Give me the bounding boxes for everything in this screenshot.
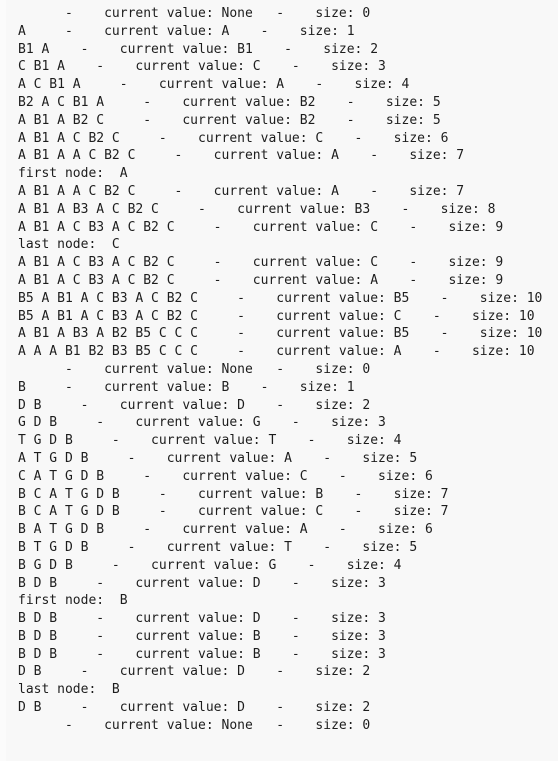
output-line: G D B - current value: G - size: 3: [18, 415, 386, 431]
output-line: B C A T G D B - current value: C - size:…: [18, 504, 449, 520]
output-line: B5 A B1 A C B3 A C B2 C - current value:…: [18, 308, 535, 324]
output-line: A A A B1 B2 B3 B5 C C C - current value:…: [18, 344, 535, 360]
output-line: A B1 A C B3 A C B2 C - current value: A …: [18, 272, 504, 288]
output-line: A B1 A B3 A B2 B5 C C C - current value:…: [18, 326, 543, 342]
output-line: A B1 A A C B2 C - current value: A - siz…: [18, 183, 465, 199]
output-line: - current value: None - size: 0: [18, 361, 371, 377]
output-line: T G D B - current value: T - size: 4: [18, 433, 402, 449]
output-line: last node: C: [18, 237, 120, 253]
output-line: A B1 A C B3 A C B2 C - current value: C …: [18, 255, 504, 271]
terminal-output-panel: - current value: None - size: 0 A - curre…: [0, 0, 558, 761]
output-line: C A T G D B - current value: C - size: 6: [18, 468, 433, 484]
output-line: D B - current value: D - size: 2: [18, 397, 371, 413]
output-line: last node: B: [18, 682, 120, 698]
output-line: B D B - current value: D - size: 3: [18, 575, 386, 591]
output-line: B - current value: B - size: 1: [18, 379, 355, 395]
output-line: A - current value: A - size: 1: [18, 23, 355, 39]
output-line: B2 A C B1 A - current value: B2 - size: …: [18, 94, 441, 110]
output-line: B A T G D B - current value: A - size: 6: [18, 522, 433, 538]
output-line: B G D B - current value: G - size: 4: [18, 557, 402, 573]
output-line: B D B - current value: B - size: 3: [18, 646, 386, 662]
output-line: A B1 A B2 C - current value: B2 - size: …: [18, 112, 441, 128]
output-line: first node: B: [18, 593, 128, 609]
output-line: - current value: None - size: 0: [18, 6, 371, 21]
output-line: first node: A: [18, 166, 128, 182]
output-line: - current value: None - size: 0: [18, 717, 371, 733]
output-line: A B1 A A C B2 C - current value: A - siz…: [18, 148, 465, 164]
output-line: D B - current value: D - size: 2: [18, 700, 371, 716]
output-line: B C A T G D B - current value: B - size:…: [18, 486, 449, 502]
output-line: A B1 A B3 A C B2 C - current value: B3 -…: [18, 201, 496, 217]
output-line: C B1 A - current value: C - size: 3: [18, 59, 386, 75]
output-line: A C B1 A - current value: A - size: 4: [18, 77, 410, 93]
output-line: D B - current value: D - size: 2: [18, 664, 371, 680]
output-line: A T G D B - current value: A - size: 5: [18, 450, 418, 466]
output-line: B D B - current value: B - size: 3: [18, 628, 386, 644]
output-line: B T G D B - current value: T - size: 5: [18, 539, 418, 555]
output-line: B5 A B1 A C B3 A C B2 C - current value:…: [18, 290, 543, 306]
output-line: B1 A - current value: B1 - size: 2: [18, 41, 379, 57]
output-line: B D B - current value: D - size: 3: [18, 611, 386, 627]
output-line: A B1 A C B3 A C B2 C - current value: C …: [18, 219, 504, 235]
output-line: A B1 A C B2 C - current value: C - size:…: [18, 130, 449, 146]
